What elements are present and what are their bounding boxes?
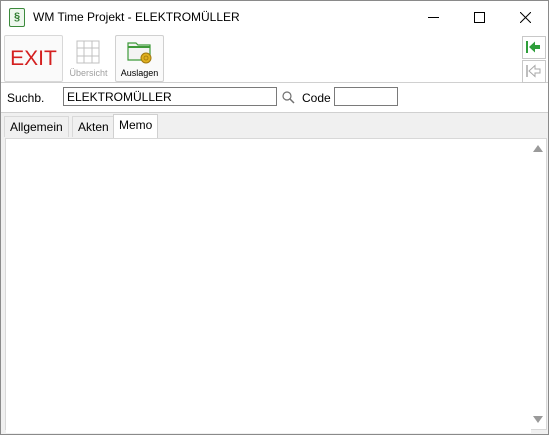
tab-allgemein[interactable]: Allgemein	[4, 116, 69, 137]
close-button[interactable]	[502, 1, 548, 33]
search-button[interactable]	[279, 88, 298, 107]
arrow-left-to-bar-icon	[526, 41, 540, 53]
scroll-down-arrow-icon[interactable]	[533, 416, 543, 423]
memo-scrollbar[interactable]	[529, 139, 546, 429]
nav-back-button[interactable]	[522, 60, 546, 83]
tab-bar: Allgemein Akten Memo	[1, 113, 548, 138]
folder-coins-icon	[127, 42, 152, 64]
maximize-button[interactable]	[456, 1, 502, 33]
magnifier-icon	[282, 91, 295, 104]
window-title: WM Time Projekt - ELEKTROMÜLLER	[33, 10, 240, 24]
scroll-up-arrow-icon[interactable]	[533, 145, 543, 152]
uebersicht-button[interactable]: Übersicht	[64, 35, 113, 82]
exit-button[interactable]: EXIT	[4, 35, 63, 82]
grid-table-icon	[76, 40, 100, 64]
app-document-icon: §	[9, 8, 25, 27]
uebersicht-button-label: Übersicht	[69, 68, 108, 78]
search-row: Suchb. Code	[1, 83, 548, 113]
auslagen-button-label: Auslagen	[120, 68, 159, 78]
exit-button-label: EXIT	[10, 47, 57, 70]
toolbar: EXIT Übersicht Auslagen	[1, 33, 548, 83]
arrow-left-bar-disabled-icon	[526, 64, 541, 78]
search-label: Suchb.	[7, 91, 45, 105]
tab-akten[interactable]: Akten	[72, 116, 115, 137]
tab-memo[interactable]: Memo	[113, 114, 159, 138]
app-window: § WM Time Projekt - ELEKTROMÜLLER EXIT Ü…	[0, 0, 549, 435]
search-input[interactable]	[63, 87, 277, 106]
code-label: Code	[302, 91, 331, 105]
memo-textarea[interactable]	[6, 139, 531, 433]
close-icon	[520, 12, 531, 23]
maximize-icon	[474, 12, 485, 23]
auslagen-button[interactable]: Auslagen	[115, 35, 164, 82]
code-input[interactable]	[334, 87, 398, 106]
minimize-button[interactable]	[410, 1, 456, 33]
memo-panel	[5, 138, 547, 433]
nav-first-button[interactable]	[522, 36, 546, 59]
title-bar[interactable]: § WM Time Projekt - ELEKTROMÜLLER	[1, 1, 548, 33]
minimize-icon	[428, 17, 439, 18]
